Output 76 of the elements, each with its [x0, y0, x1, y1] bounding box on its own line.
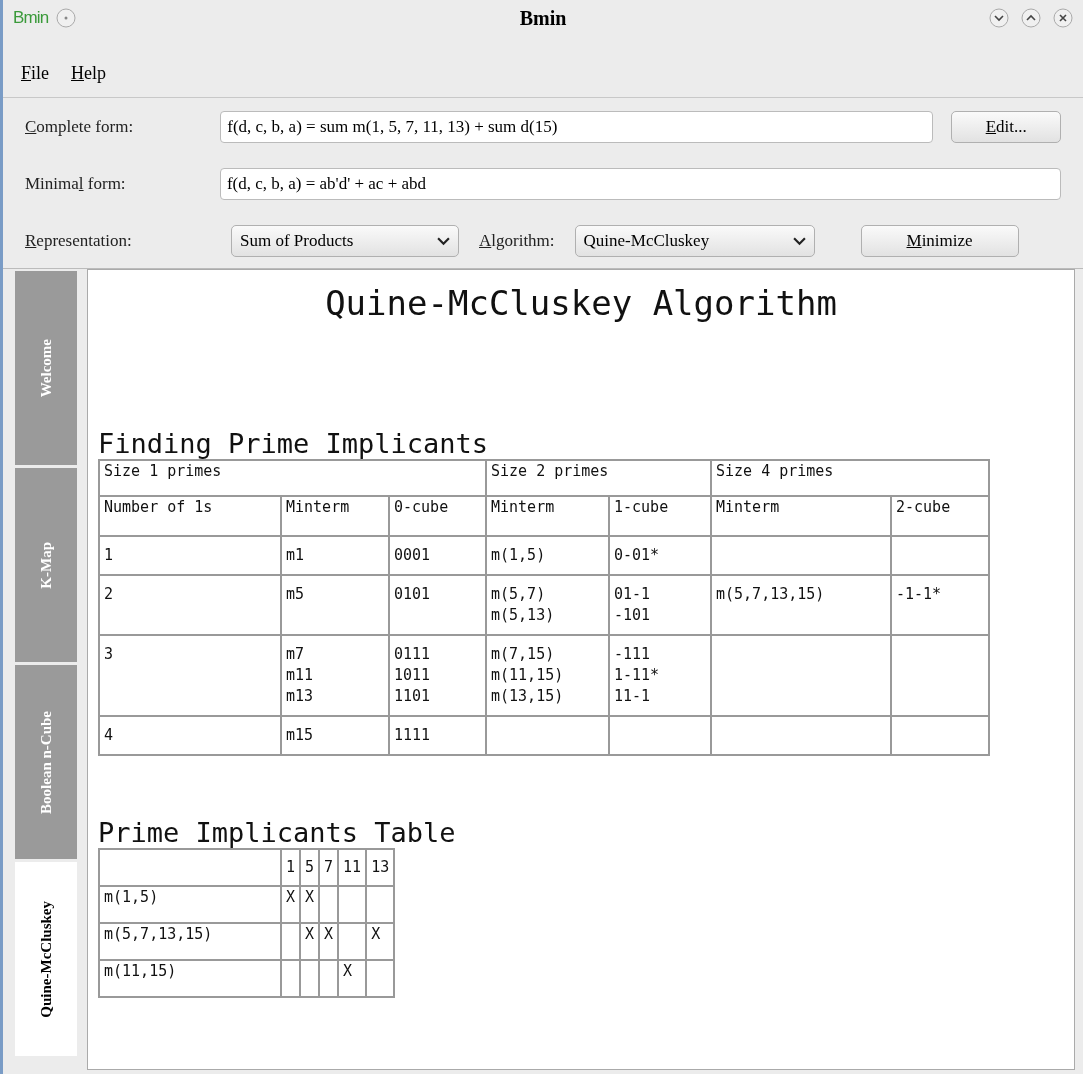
table-header: Size 1 primes: [99, 460, 486, 496]
table-cell: -111 1-11* 11-1: [609, 635, 711, 716]
caret-icon: [792, 236, 806, 246]
maximize-icon[interactable]: [1021, 8, 1041, 28]
table-cell: X: [300, 886, 320, 923]
table-cell: X: [319, 923, 339, 960]
table-cell: m(5,7) m(5,13): [486, 575, 609, 635]
field-label: Representation:: [25, 230, 133, 253]
table-header: 2-cube: [891, 496, 989, 536]
dropdown[interactable]: Sum of Products: [231, 225, 459, 257]
section-heading: Prime Implicants Table: [98, 818, 457, 848]
table-cell: 1111: [389, 716, 486, 755]
table-header: Size 2 primes: [486, 460, 711, 496]
table-cell: m(1,5): [99, 886, 281, 923]
table-header: 13: [366, 849, 395, 886]
table-cell: [281, 923, 301, 960]
minimize-icon[interactable]: [989, 8, 1009, 28]
close-icon[interactable]: [1053, 8, 1073, 28]
table-cell: m(7,15) m(11,15) m(13,15): [486, 635, 609, 716]
table-cell: X: [338, 960, 367, 997]
table-cell: [281, 960, 301, 997]
window-title: Bmin: [519, 6, 567, 31]
table-header: Size 4 primes: [711, 460, 989, 496]
table-cell: 0111 1011 1101: [389, 635, 486, 716]
table-cell: 2: [99, 575, 281, 635]
table-cell: m5: [281, 575, 389, 635]
table-header: Minterm: [281, 496, 389, 536]
table-cell: m(5,7,13,15): [711, 575, 891, 635]
table-cell: [319, 886, 339, 923]
table-cell: [300, 960, 320, 997]
table-cell: m(5,7,13,15): [99, 923, 281, 960]
page-heading: Quine-McCluskey Algorithm: [324, 282, 838, 325]
table-cell: 4: [99, 716, 281, 755]
table-header: Minterm: [711, 496, 891, 536]
table-header: Number of 1s: [99, 496, 281, 536]
table-cell: 01-1 -101: [609, 575, 711, 635]
button[interactable]: Edit...: [951, 111, 1061, 143]
table-cell: m1: [281, 536, 389, 575]
table-cell: m15: [281, 716, 389, 755]
table-header: 11: [338, 849, 367, 886]
table-cell: [366, 960, 395, 997]
text-field[interactable]: f(d, c, b, a) = ab'd' + ac + abd: [219, 168, 1061, 200]
table-cell: [319, 960, 339, 997]
table-cell: 0001: [389, 536, 486, 575]
table-cell: 3: [99, 635, 281, 716]
text-field[interactable]: f(d, c, b, a) = sum m(1, 5, 7, 11, 13) + sum d(15): [220, 111, 934, 143]
table-header: Minterm: [486, 496, 609, 536]
button[interactable]: Minimize: [860, 225, 1019, 257]
table-header: 5: [300, 849, 320, 886]
section-heading: Finding Prime Implicants: [98, 429, 490, 459]
table-cell: X: [281, 886, 301, 923]
table-cell: m7 m11 m13: [281, 635, 389, 716]
table-header: 1-cube: [609, 496, 711, 536]
table-cell: [366, 886, 395, 923]
field-label: Algorithm:: [479, 230, 555, 253]
table-cell: -1-1*: [891, 575, 989, 635]
tab[interactable]: Quine-McCluskey: [15, 862, 77, 1056]
table-cell: 0-01*: [609, 536, 711, 575]
table-cell: X: [366, 923, 395, 960]
table-header: 7: [319, 849, 339, 886]
table-cell: m(1,5): [486, 536, 609, 575]
table-cell: 1: [99, 536, 281, 575]
table-cell: 0101: [389, 575, 486, 635]
app-logo: Bmin: [13, 7, 49, 30]
table-cell: m(11,15): [99, 960, 281, 997]
caret-icon: [437, 236, 450, 246]
field-label: Minimal form:: [25, 173, 127, 196]
table-cell: [338, 886, 367, 923]
menu-item[interactable]: Help: [71, 60, 106, 87]
field-label: Complete form:: [25, 116, 135, 139]
table-header: 1: [281, 849, 301, 886]
dropdown[interactable]: Quine-McCluskey: [574, 225, 815, 257]
menu-item[interactable]: File: [21, 60, 49, 87]
table-cell: X: [300, 923, 320, 960]
table-header: 0-cube: [389, 496, 486, 536]
table-cell: [338, 923, 367, 960]
